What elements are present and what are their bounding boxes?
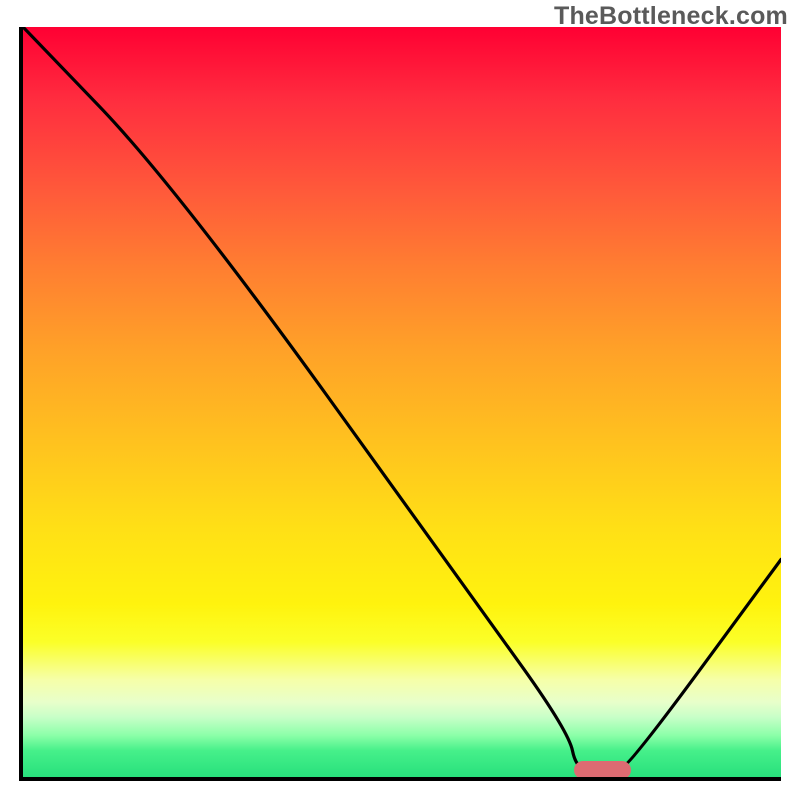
watermark-text: TheBottleneck.com	[554, 2, 788, 31]
chart-container: TheBottleneck.com	[0, 0, 800, 800]
plot-area	[19, 27, 781, 781]
optimal-range-marker	[574, 761, 631, 779]
bottleneck-curve	[23, 27, 781, 777]
